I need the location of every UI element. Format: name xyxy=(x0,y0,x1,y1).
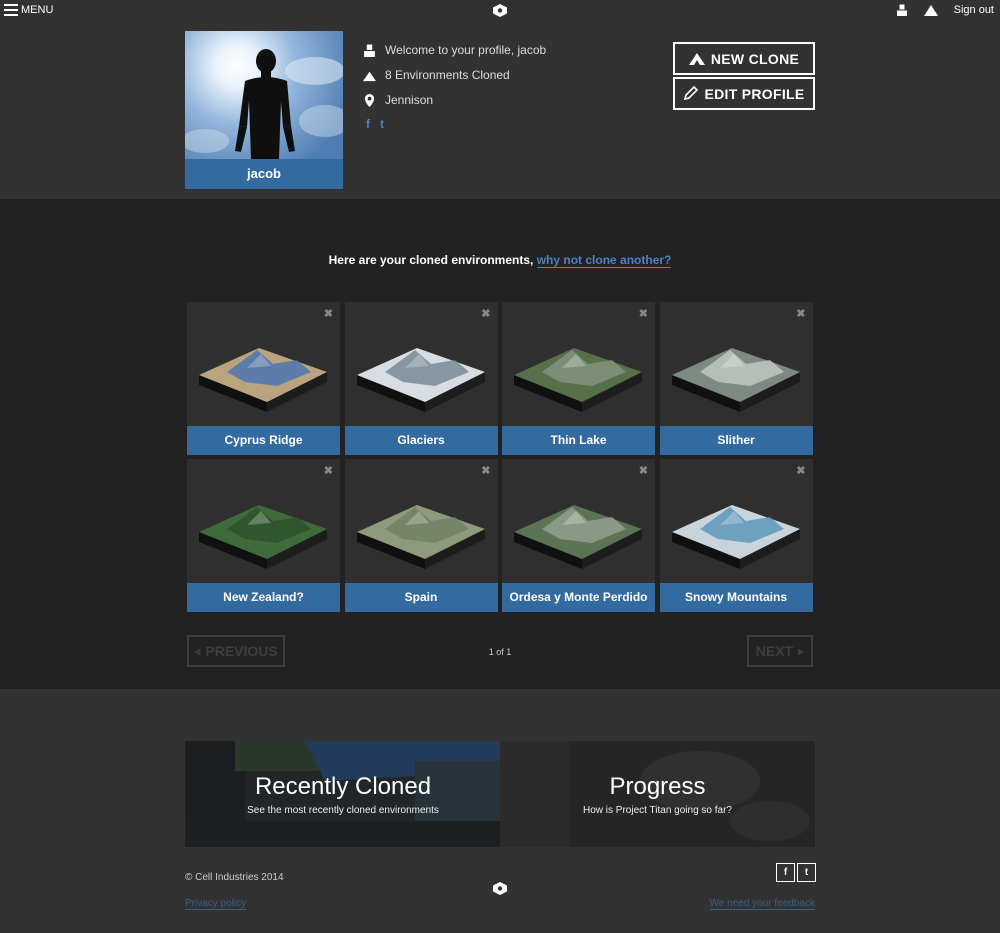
footer-facebook-icon[interactable]: f xyxy=(776,863,795,882)
caret-right-icon: ▶ xyxy=(798,646,805,656)
recently-cloned-title: Recently Cloned xyxy=(254,773,432,800)
footer-twitter-icon[interactable]: t xyxy=(797,863,816,882)
environment-label: Cyprus Ridge xyxy=(187,426,340,455)
terrain-thumbnail xyxy=(356,348,485,412)
progress-subtitle: How is Project Titan going so far? xyxy=(583,805,732,816)
remove-environment-icon[interactable]: ✖ xyxy=(481,307,490,320)
environment-label: Slither xyxy=(659,426,813,455)
new-clone-label: NEW CLONE xyxy=(710,50,800,67)
mountain-icon xyxy=(688,53,705,65)
edit-profile-label: EDIT PROFILE xyxy=(704,85,805,102)
new-clone-button[interactable]: NEW CLONE xyxy=(673,42,815,75)
environments-count: 8 Environments Cloned xyxy=(385,68,510,82)
twitter-icon[interactable]: t xyxy=(380,117,384,131)
profile-photo: jacob xyxy=(185,31,343,189)
profile-info: Welcome to your profile, jacob 8 Environ… xyxy=(363,42,546,131)
next-button[interactable]: NEXT ▶ xyxy=(747,635,813,667)
profile-icon[interactable] xyxy=(896,4,908,16)
top-bar: MENU Sign out xyxy=(0,0,1000,22)
pencil-icon xyxy=(684,86,699,101)
environments-heading: Here are your cloned environments, why n… xyxy=(0,253,1000,268)
welcome-row: Welcome to your profile, jacob xyxy=(363,42,546,58)
profile-social-links: f t xyxy=(366,117,546,131)
next-label: NEXT xyxy=(755,643,794,659)
environment-label: Snowy Mountains xyxy=(659,583,813,612)
terrain-thumbnail xyxy=(199,348,327,412)
copyright: © Cell Industries 2014 xyxy=(185,872,284,883)
terrain-thumbnail xyxy=(671,348,800,412)
edit-profile-button[interactable]: EDIT PROFILE xyxy=(673,77,815,110)
clone-another-link[interactable]: why not clone another? xyxy=(536,253,672,268)
environment-label: Ordesa y Monte Perdido xyxy=(502,583,655,612)
mountain-icon[interactable] xyxy=(923,4,938,16)
environment-card[interactable]: ✖ Ordesa y Monte Perdido xyxy=(502,459,655,612)
profile-name: jacob xyxy=(185,159,343,189)
environments-row: 8 Environments Cloned xyxy=(363,67,546,83)
mountain-icon xyxy=(363,71,376,81)
environment-label: Spain xyxy=(344,583,498,612)
logo-icon[interactable] xyxy=(493,4,507,17)
terrain-thumbnail xyxy=(199,505,327,569)
remove-environment-icon[interactable]: ✖ xyxy=(324,307,333,320)
environments-heading-text: Here are your cloned environments, xyxy=(328,253,534,267)
environment-label: Glaciers xyxy=(344,426,498,455)
recently-cloned-subtitle: See the most recently cloned environment… xyxy=(247,805,439,816)
environment-card[interactable]: ✖ Cyprus Ridge xyxy=(187,302,340,455)
progress-promo[interactable]: Progress How is Project Titan going so f… xyxy=(500,741,815,847)
environment-card[interactable]: ✖ Snowy Mountains xyxy=(659,459,813,612)
environment-card[interactable]: ✖ Thin Lake xyxy=(502,302,655,455)
menu-button[interactable]: MENU xyxy=(4,4,53,16)
progress-title: Progress xyxy=(609,773,706,800)
hamburger-icon xyxy=(4,4,18,16)
sign-out-link[interactable]: Sign out xyxy=(954,4,994,16)
page-indicator: 1 of 1 xyxy=(488,647,512,657)
privacy-policy-link[interactable]: Privacy policy xyxy=(185,898,247,910)
menu-label: MENU xyxy=(21,4,54,16)
footer-logo-icon[interactable] xyxy=(493,882,507,895)
environments-section: Here are your cloned environments, why n… xyxy=(0,199,1000,689)
remove-environment-icon[interactable]: ✖ xyxy=(796,307,805,320)
remove-environment-icon[interactable]: ✖ xyxy=(481,464,490,477)
remove-environment-icon[interactable]: ✖ xyxy=(324,464,333,477)
remove-environment-icon[interactable]: ✖ xyxy=(639,307,648,320)
feedback-link[interactable]: We need your feedback xyxy=(709,898,815,910)
environment-label: New Zealand? xyxy=(187,583,340,612)
remove-environment-icon[interactable]: ✖ xyxy=(639,464,648,477)
environment-card[interactable]: ✖ Glaciers xyxy=(344,302,498,455)
environment-card[interactable]: ✖ Spain xyxy=(344,459,498,612)
location-pin-icon xyxy=(364,93,375,107)
terrain-thumbnail xyxy=(514,348,642,412)
top-right-nav: Sign out xyxy=(896,4,994,16)
terrain-thumbnail xyxy=(671,505,800,569)
facebook-icon[interactable]: f xyxy=(366,117,370,131)
environment-label: Thin Lake xyxy=(502,426,655,455)
welcome-text: Welcome to your profile, jacob xyxy=(385,43,547,57)
terrain-thumbnail xyxy=(514,505,642,569)
environment-card[interactable]: ✖ Slither xyxy=(659,302,813,455)
remove-environment-icon[interactable]: ✖ xyxy=(796,464,805,477)
recently-cloned-promo[interactable]: Recently Cloned See the most recently cl… xyxy=(185,741,501,847)
location-text: Jennison xyxy=(385,93,434,107)
terrain-thumbnail xyxy=(356,505,485,569)
environment-card[interactable]: ✖ New Zealand? xyxy=(187,459,340,612)
location-row: Jennison xyxy=(363,92,546,108)
user-icon xyxy=(364,44,375,57)
